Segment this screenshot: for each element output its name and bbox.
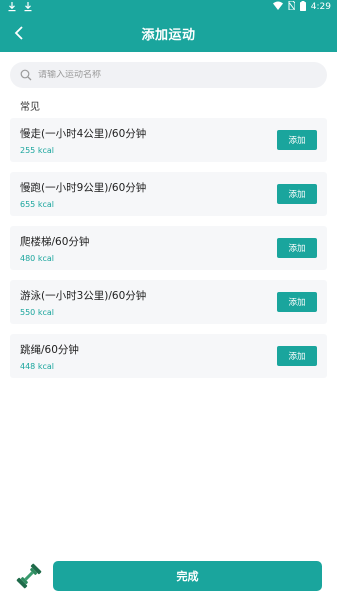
no-sim-icon bbox=[288, 0, 296, 13]
search-bar[interactable] bbox=[10, 62, 327, 88]
exercise-name: 跳绳/60分钟 bbox=[20, 343, 79, 356]
exercise-item: 爬楼梯/60分钟 480 kcal 添加 bbox=[10, 226, 327, 270]
battery-icon bbox=[299, 0, 306, 14]
status-bar: 4:29 bbox=[0, 0, 337, 14]
exercise-item: 跳绳/60分钟 448 kcal 添加 bbox=[10, 334, 327, 378]
wifi-icon bbox=[272, 1, 283, 13]
add-button[interactable]: 添加 bbox=[277, 238, 317, 258]
add-button[interactable]: 添加 bbox=[277, 130, 317, 150]
exercise-list: 慢走(一小时4公里)/60分钟 255 kcal 添加 慢跑(一小时9公里)/6… bbox=[0, 114, 337, 378]
section-title-common: 常见 bbox=[20, 102, 40, 113]
exercise-info: 跳绳/60分钟 448 kcal bbox=[20, 342, 79, 371]
status-time: 4:29 bbox=[310, 2, 331, 12]
download-icon bbox=[24, 2, 32, 12]
status-left bbox=[8, 2, 32, 12]
page-title: 添加运动 bbox=[141, 27, 196, 43]
exercise-item: 游泳(一小时3公里)/60分钟 550 kcal 添加 bbox=[10, 280, 327, 324]
exercise-name: 慢跑(一小时9公里)/60分钟 bbox=[20, 181, 147, 194]
done-button[interactable]: 完成 bbox=[53, 561, 322, 591]
bottom-bar: 完成 bbox=[0, 560, 337, 592]
add-button[interactable]: 添加 bbox=[277, 292, 317, 312]
exercise-item: 慢跑(一小时9公里)/60分钟 655 kcal 添加 bbox=[10, 172, 327, 216]
exercise-info: 慢跑(一小时9公里)/60分钟 655 kcal bbox=[20, 180, 146, 209]
exercise-info: 游泳(一小时3公里)/60分钟 550 kcal bbox=[20, 288, 146, 317]
exercise-info: 爬楼梯/60分钟 480 kcal bbox=[20, 234, 89, 263]
dumbbell-icon bbox=[15, 562, 43, 590]
add-button[interactable]: 添加 bbox=[277, 346, 317, 366]
exercise-kcal: 480 kcal bbox=[20, 253, 54, 263]
status-right: 4:29 bbox=[272, 0, 331, 14]
exercise-kcal: 655 kcal bbox=[20, 199, 54, 209]
exercise-name: 游泳(一小时3公里)/60分钟 bbox=[20, 289, 147, 302]
exercise-info: 慢走(一小时4公里)/60分钟 255 kcal bbox=[20, 126, 146, 155]
search-input[interactable] bbox=[38, 70, 317, 80]
add-button[interactable]: 添加 bbox=[277, 184, 317, 204]
header: 添加运动 bbox=[0, 14, 337, 52]
search-icon bbox=[20, 66, 32, 85]
download-icon bbox=[8, 2, 16, 12]
exercise-item: 慢走(一小时4公里)/60分钟 255 kcal 添加 bbox=[10, 118, 327, 162]
exercise-name: 慢走(一小时4公里)/60分钟 bbox=[20, 127, 147, 140]
search-container bbox=[0, 52, 337, 88]
exercise-name: 爬楼梯/60分钟 bbox=[20, 235, 90, 248]
exercise-kcal: 448 kcal bbox=[20, 361, 54, 371]
exercise-kcal: 255 kcal bbox=[20, 145, 54, 155]
back-chevron-icon[interactable] bbox=[8, 22, 30, 44]
exercise-kcal: 550 kcal bbox=[20, 307, 54, 317]
